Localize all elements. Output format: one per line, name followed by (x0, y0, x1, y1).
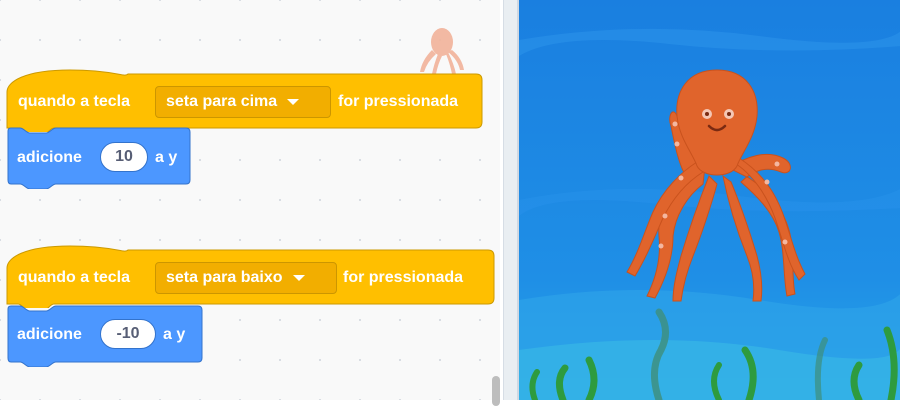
key-dropdown-value: seta para baixo (166, 269, 283, 286)
y-change-input-down[interactable]: -10 (100, 319, 156, 349)
y-change-input-up[interactable]: 10 (100, 142, 148, 172)
y-change-value: -10 (116, 325, 140, 342)
key-dropdown-down[interactable]: seta para baixo (155, 262, 337, 294)
y-change-value: 10 (115, 148, 133, 165)
stage[interactable] (517, 0, 900, 400)
hat-prefix-label: quando a tecla (18, 269, 131, 286)
octopus-sprite-icon[interactable] (617, 66, 817, 306)
motion-label: adicione (17, 149, 82, 166)
hat-suffix-label: for pressionada (338, 93, 459, 110)
code-workspace[interactable]: quando a tecla seta para cima for pressi… (0, 0, 500, 406)
hat-suffix-label: for pressionada (343, 269, 464, 286)
motion-suffix-label: a y (163, 326, 186, 343)
chevron-down-icon (287, 99, 300, 105)
workspace-vertical-scrollbar[interactable] (492, 376, 500, 406)
chevron-down-icon (292, 275, 305, 281)
key-dropdown-up[interactable]: seta para cima (155, 86, 331, 118)
pane-divider (503, 0, 518, 400)
key-dropdown-value: seta para cima (166, 93, 278, 110)
motion-suffix-label: a y (155, 149, 178, 166)
motion-label: adicione (17, 326, 82, 343)
hat-prefix-label: quando a tecla (18, 93, 131, 110)
